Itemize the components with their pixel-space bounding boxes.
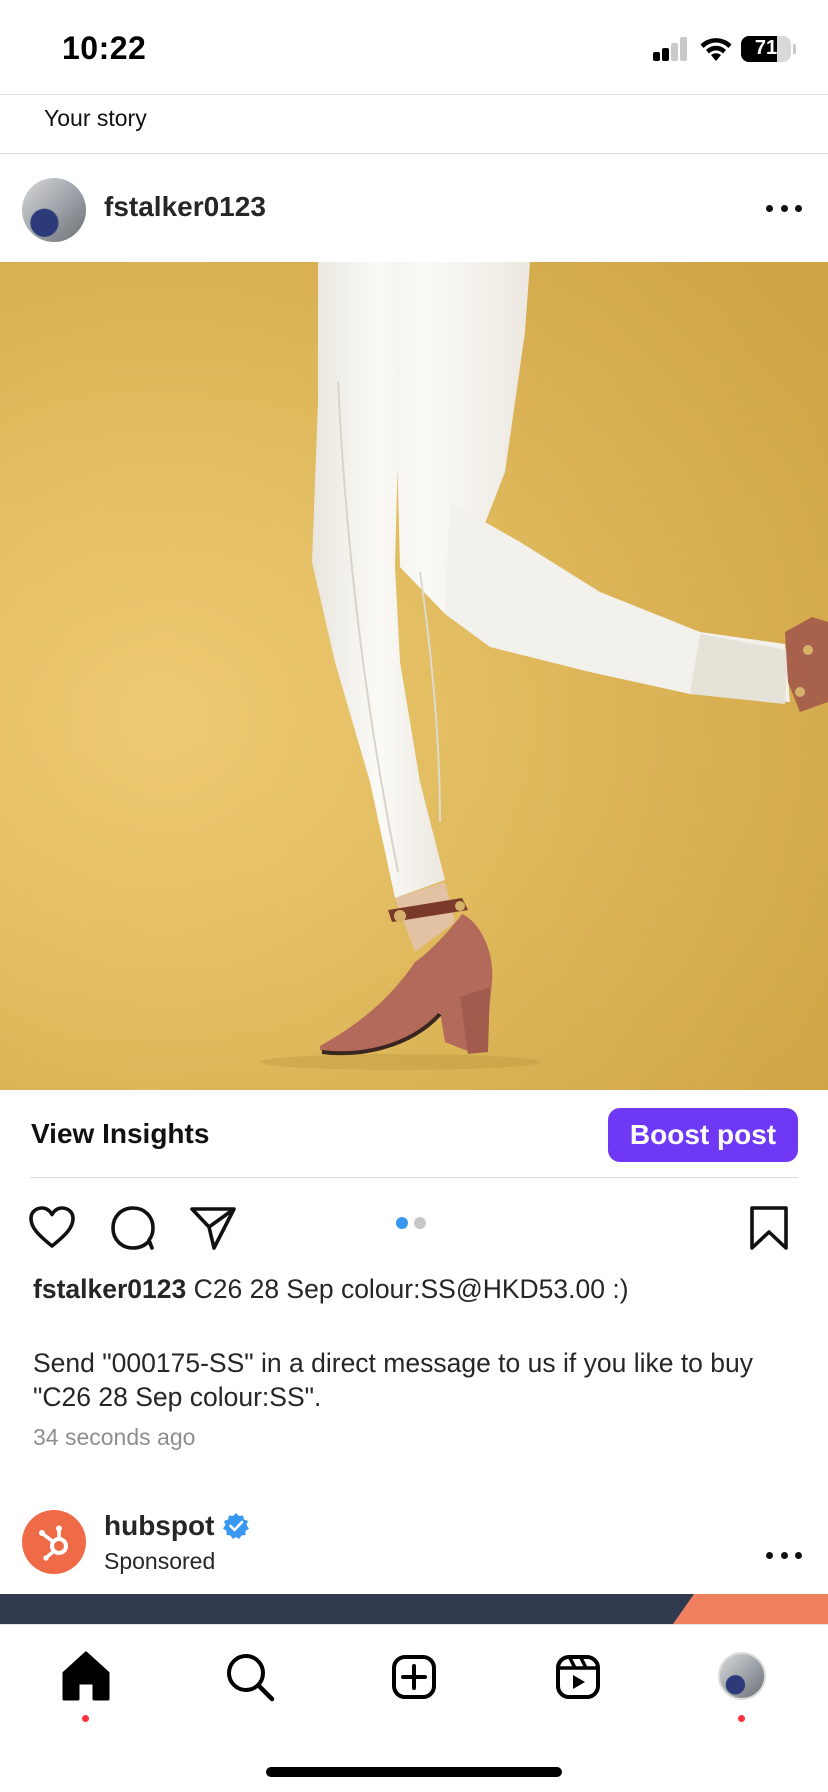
search-icon[interactable] [222,1649,278,1705]
stories-tray[interactable]: Your story [0,96,828,154]
post-photo-illustration [0,262,828,1090]
home-indicator [266,1767,562,1777]
wifi-icon [700,38,732,61]
create-icon[interactable] [386,1649,442,1705]
post-actions [0,1195,828,1259]
post-author-avatar[interactable] [22,178,86,242]
verified-badge-icon [223,1513,249,1539]
battery-percent: 71 [754,37,778,59]
save-bookmark-icon[interactable] [744,1203,794,1253]
home-icon[interactable] [58,1649,114,1705]
status-bar: 10:22 71 [0,0,828,95]
view-insights-link[interactable]: View Insights [31,1118,209,1150]
insights-row: View Insights Boost post [0,1090,828,1178]
battery-tip [793,44,796,54]
carousel-indicator [396,1217,426,1229]
post-username[interactable]: fstalker0123 [104,191,266,223]
your-story-label[interactable]: Your story [44,105,147,132]
ad-more-options-icon[interactable] [766,1542,802,1568]
post-caption: fstalker0123 C26 28 Sep colour:SS@HKD53.… [33,1272,803,1306]
post-timestamp: 34 seconds ago [33,1424,196,1450]
hubspot-logo-avatar[interactable] [22,1510,86,1574]
like-heart-icon[interactable] [27,1203,77,1253]
sponsored-username[interactable]: hubspot [104,1510,214,1542]
hubspot-sprocket-icon [39,1525,68,1561]
caption-text: C26 28 Sep colour:SS@HKD53.00 :) [193,1274,629,1304]
post-photo[interactable] [0,262,828,1090]
ad-banner-accent [666,1594,828,1624]
home-notification-dot [82,1715,89,1722]
post-more-options-icon[interactable] [766,195,802,221]
comment-bubble-icon[interactable] [108,1203,158,1253]
share-send-icon[interactable] [188,1203,238,1253]
battery-icon: 71 [741,36,791,62]
post-header: fstalker0123 [0,155,828,262]
sponsored-label: Sponsored [104,1548,216,1574]
caption-message: Send "000175-SS" in a direct message to … [33,1348,754,1412]
cellular-signal-icon [653,37,689,61]
reels-icon[interactable] [550,1649,606,1705]
insights-divider [30,1177,798,1178]
sponsored-post-header: hubspot Sponsored [0,1498,828,1594]
profile-avatar[interactable] [718,1652,766,1700]
caption-username[interactable]: fstalker0123 [33,1274,186,1304]
status-time: 10:22 [62,30,147,66]
profile-notification-dot [738,1715,745,1722]
boost-post-button[interactable]: Boost post [608,1108,798,1162]
carousel-dot [396,1217,408,1229]
carousel-dot [414,1217,426,1229]
sponsored-post-media[interactable] [0,1594,828,1624]
